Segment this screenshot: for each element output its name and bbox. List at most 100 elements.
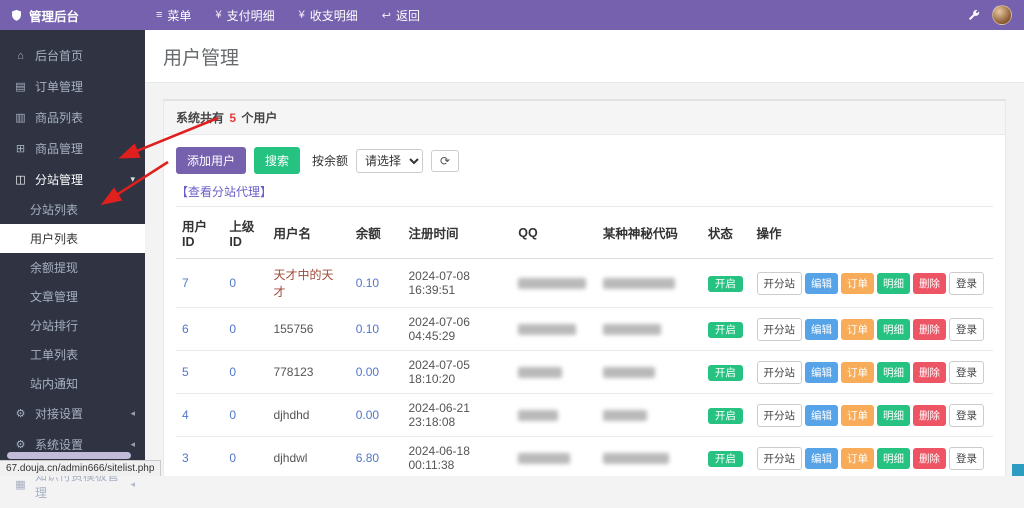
brand-title: 管理后台 [29,9,80,24]
refresh-button[interactable]: ⟳ [431,149,460,172]
column-header: 上级ID [223,206,268,259]
detail-button[interactable]: 明细 [877,272,910,294]
chevron-down-icon: ▾ [130,174,135,184]
order-button[interactable]: 订单 [841,318,874,340]
cell-qq [512,436,597,476]
cell-parent-id: 0 [223,307,268,351]
users-table: 用户ID 上级ID 用户名 余额 注册时间 QQ 某种神秘代码 状态 操作 7 0 天才中的天才 0.… [176,206,993,476]
sidebar-subitem-notice[interactable]: 站内通知 [0,369,145,398]
avatar[interactable] [992,5,1012,25]
open-substation-button[interactable]: 开分站 [756,403,802,427]
sidebar-item-substation[interactable]: ◫ 分站管理 ▾ [0,164,145,195]
sidebar-subitem-ranking[interactable]: 分站排行 [0,311,145,340]
goods-manage-icon: ⊞ [15,143,26,155]
balance-filter-select[interactable]: 请选择 [356,148,424,173]
code-redacted [602,366,655,378]
parent-id-link[interactable]: 0 [229,408,236,422]
status-badge: 开启 [707,364,743,381]
sidebar-subitem-site-list[interactable]: 分站列表 [0,195,145,224]
balance-link[interactable]: 0.10 [356,276,379,290]
cell-parent-id: 0 [223,393,268,437]
sidebar-item-orders[interactable]: ▤ 订单管理 [0,71,145,102]
sidebar-item-label: 商品管理 [35,142,84,156]
topbar-item-payment-detail[interactable]: ¥ 支付明细 [215,7,274,24]
sidebar-item-home[interactable]: ⌂ 后台首页 [0,40,145,71]
page-header: 用户管理 [145,30,1024,83]
balance-link[interactable]: 0.00 [356,408,379,422]
detail-button[interactable]: 明细 [877,318,910,340]
cell-actions: 开分站 编辑 订单 明细 删除 登录 [750,350,993,394]
login-button[interactable]: 登录 [949,446,984,470]
user-id-link[interactable]: 4 [182,408,189,422]
delete-button[interactable]: 删除 [913,361,946,383]
order-button[interactable]: 订单 [841,272,874,294]
system-icon: ⚙ [15,439,26,451]
detail-button[interactable]: 明细 [877,447,910,469]
balance-link[interactable]: 0.10 [356,322,379,336]
order-button[interactable]: 订单 [841,447,874,469]
login-button[interactable]: 登录 [949,360,984,384]
detail-button[interactable]: 明细 [877,404,910,426]
user-id-link[interactable]: 3 [182,451,189,465]
topbar-item-back[interactable]: ↩ 返回 [382,7,420,24]
parent-id-link[interactable]: 0 [229,365,236,379]
open-substation-button[interactable]: 开分站 [756,446,802,470]
sidebar-subitem-articles[interactable]: 文章管理 [0,282,145,311]
orders-icon: ▤ [15,81,26,93]
user-id-link[interactable]: 6 [182,322,189,336]
sidebar-scrollbar[interactable] [7,452,131,459]
username-text: djhdwl [273,451,308,465]
open-substation-button[interactable]: 开分站 [756,271,802,295]
login-button[interactable]: 登录 [949,271,984,295]
login-button[interactable]: 登录 [949,403,984,427]
parent-id-link[interactable]: 0 [229,451,236,465]
order-button[interactable]: 订单 [841,361,874,383]
cell-user-id: 7 [176,258,224,308]
cell-balance: 0.00 [349,393,403,437]
open-substation-button[interactable]: 开分站 [756,360,802,384]
delete-button[interactable]: 删除 [913,272,946,294]
cell-username: 778123 [267,350,350,394]
edit-button[interactable]: 编辑 [805,447,838,469]
edit-button[interactable]: 编辑 [805,404,838,426]
add-user-button[interactable]: 添加用户 [176,147,247,174]
cell-actions: 开分站 编辑 订单 明细 删除 登录 [750,393,993,437]
sidebar-subitem-tickets[interactable]: 工单列表 [0,340,145,369]
sidebar-subitem-withdraw[interactable]: 余额提现 [0,253,145,282]
username-text: 778123 [273,365,314,379]
login-button[interactable]: 登录 [949,317,984,341]
sidebar: ⌂ 后台首页 ▤ 订单管理 ▥ 商品列表 ⊞ 商品管理 ◂ ◫ 分站管理 ▾ 分站列表 用户列表 余额提现文… [0,30,145,500]
chevron-left-icon: ◂ [130,143,135,153]
parent-id-link[interactable]: 0 [229,322,236,336]
agent-link[interactable]: 【查看分站代理】 [176,183,272,200]
detail-button[interactable]: 明细 [877,361,910,383]
open-substation-button[interactable]: 开分站 [756,317,802,341]
topbar-item-menu[interactable]: ≡ 菜单 [156,7,191,24]
balance-link[interactable]: 0.00 [356,365,379,379]
column-header: 用户名 [267,206,350,259]
sidebar-item-goods-list[interactable]: ▥ 商品列表 [0,102,145,133]
brand[interactable]: 管理后台 [0,6,150,25]
cell-status: 开启 [701,436,751,476]
edit-button[interactable]: 编辑 [805,272,838,294]
order-button[interactable]: 订单 [841,404,874,426]
sidebar-item-docking[interactable]: ⚙ 对接设置 ◂ [0,398,145,429]
search-button[interactable]: 搜索 [254,147,301,174]
sidebar-subitem-user-list[interactable]: 用户列表 [0,224,145,253]
delete-button[interactable]: 删除 [913,404,946,426]
user-id-link[interactable]: 5 [182,365,189,379]
edit-button[interactable]: 编辑 [805,318,838,340]
delete-button[interactable]: 删除 [913,447,946,469]
parent-id-link[interactable]: 0 [229,276,236,290]
cell-balance: 0.00 [349,350,403,394]
wrench-icon[interactable] [967,9,980,22]
topbar-item-income-expense-detail[interactable]: ¥ 收支明细 [299,7,358,24]
user-id-link[interactable]: 7 [182,276,189,290]
balance-link[interactable]: 6.80 [356,451,379,465]
sidebar-item-goods-manage[interactable]: ⊞ 商品管理 ◂ [0,133,145,164]
delete-button[interactable]: 删除 [913,318,946,340]
toolbar: 添加用户 搜索 按余额 请选择 ⟳ [176,147,993,174]
column-header: 状态 [701,206,751,259]
edit-button[interactable]: 编辑 [805,361,838,383]
cell-qq [512,393,597,437]
